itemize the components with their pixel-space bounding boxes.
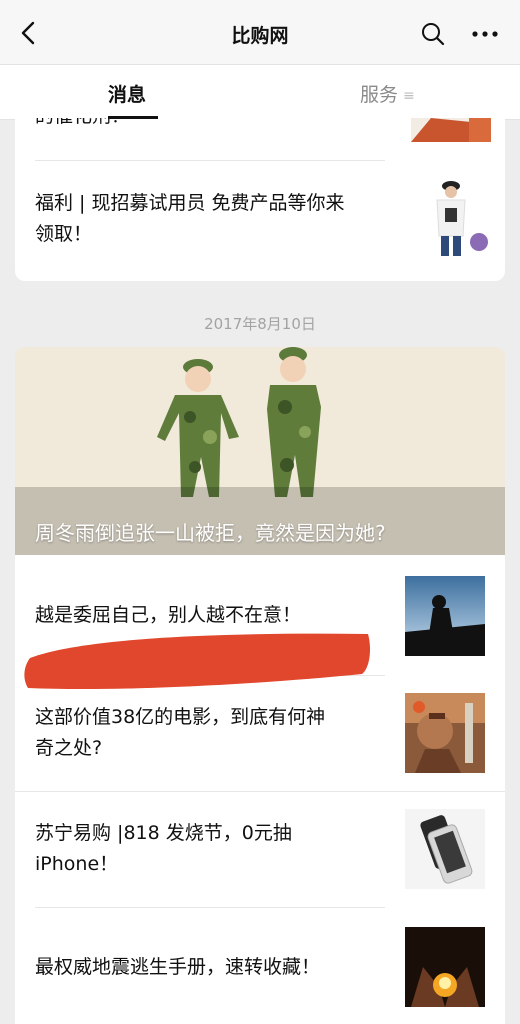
partial-article-thumbnail[interactable]	[411, 118, 491, 142]
article-thumbnail	[405, 576, 485, 656]
tab-messages[interactable]: 消息	[108, 80, 146, 107]
divider	[35, 160, 385, 161]
article-thumbnail	[405, 693, 485, 773]
article-title-line-2: 领取！	[35, 223, 93, 245]
article-title: 苏宁易购 |818 发烧节，0元抽 iPhone！	[35, 818, 292, 880]
partial-article-title[interactable]: 的催化剂？	[35, 118, 130, 132]
article-thumbnail	[411, 178, 491, 258]
more-icon[interactable]	[472, 30, 498, 38]
article-title-line-1: 福利 | 现招募试用员 免费产品等你来	[35, 192, 345, 214]
article-title-line-1: 苏宁易购 |818 发烧节，0元抽	[35, 822, 292, 844]
cover-article[interactable]: 周冬雨倒追张一山被拒，竟然是因为她?	[15, 347, 505, 555]
article-thumbnail	[405, 809, 485, 889]
article-title-line-2: iPhone！	[35, 853, 119, 875]
tab-services-label: 服务	[360, 84, 399, 106]
list-item[interactable]: 最权威地震逃生手册，速转收藏！	[35, 921, 485, 1011]
article-card-1: 的催化剂？ 福利 | 现招募试用员 免费产品等你来 领取！	[15, 118, 505, 281]
article-title-line-1: 这部价值38亿的电影，到底有何神	[35, 706, 326, 728]
tab-services[interactable]: 服务 ≡	[360, 80, 415, 107]
tab-bar: 消息 服务 ≡	[0, 64, 520, 120]
nav-bar: 比购网	[0, 0, 520, 64]
article-title: 越是委屈自己，别人越不在意！	[35, 600, 301, 631]
article-title-line-1: 越是委屈自己，别人越不在意！	[35, 604, 302, 626]
list-item[interactable]: 苏宁易购 |818 发烧节，0元抽 iPhone！	[35, 805, 485, 895]
redaction-scribble	[24, 633, 370, 690]
list-item[interactable]: 福利 | 现招募试用员 免费产品等你来 领取！	[35, 178, 491, 278]
list-item[interactable]: 这部价值38亿的电影，到底有何神 奇之处?	[35, 689, 485, 779]
divider	[15, 791, 505, 792]
article-thumbnail	[405, 927, 485, 1007]
article-title: 福利 | 现招募试用员 免费产品等你来 领取！	[35, 188, 345, 250]
search-icon[interactable]	[421, 22, 445, 46]
menu-lines-icon: ≡	[403, 87, 415, 104]
cover-title: 周冬雨倒追张一山被拒，竟然是因为她?	[35, 521, 386, 545]
article-title-line-2: 奇之处?	[35, 737, 103, 759]
article-title: 这部价值38亿的电影，到底有何神 奇之处?	[35, 702, 325, 764]
active-tab-indicator	[108, 116, 158, 119]
divider	[35, 907, 385, 908]
date-label: 2017年8月10日	[204, 315, 316, 333]
article-title-line-1: 最权威地震逃生手册，速转收藏！	[35, 956, 321, 978]
article-title: 最权威地震逃生手册，速转收藏！	[35, 952, 320, 983]
